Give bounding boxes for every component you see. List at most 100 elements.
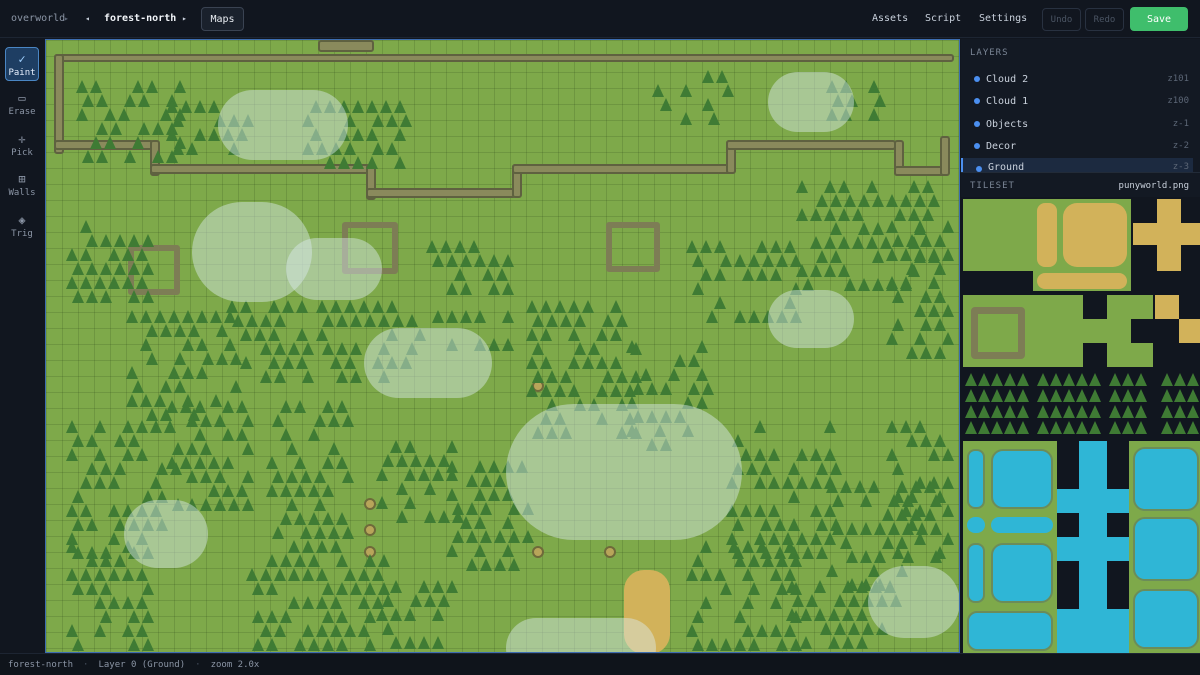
tile-water[interactable] (1133, 589, 1199, 649)
tile-tree[interactable] (978, 405, 990, 418)
tile-water[interactable] (967, 517, 985, 533)
tile-tree[interactable] (965, 421, 977, 434)
tile-tree[interactable] (1004, 405, 1016, 418)
tile-tree[interactable] (1109, 421, 1121, 434)
tile-tree[interactable] (1050, 373, 1062, 386)
tile-water[interactable] (991, 543, 1053, 603)
undo-button[interactable]: Undo (1042, 8, 1081, 31)
tile-tree[interactable] (1063, 389, 1075, 402)
tile-tree[interactable] (1050, 389, 1062, 402)
tile-tree[interactable] (1109, 373, 1121, 386)
tile-tree[interactable] (965, 389, 977, 402)
tile-tree[interactable] (1089, 389, 1101, 402)
tile-tree[interactable] (1174, 389, 1186, 402)
tile-tree[interactable] (978, 373, 990, 386)
tile-tree[interactable] (1037, 373, 1049, 386)
tile-tree[interactable] (991, 405, 1003, 418)
tool-erase[interactable]: ▭ Erase (5, 87, 39, 121)
tile-tree[interactable] (1161, 405, 1173, 418)
tile-tree[interactable] (1135, 421, 1147, 434)
tile-tree[interactable] (1076, 405, 1088, 418)
tool-paint[interactable]: ✓ Paint (5, 47, 39, 81)
layer-row-ground[interactable]: Ground z-3 (961, 158, 1193, 172)
layer-row-cloud-2[interactable]: Cloud 2 z101 (961, 68, 1193, 90)
tile-rock[interactable] (971, 307, 1025, 359)
tile-tree[interactable] (1017, 405, 1029, 418)
tile-tree[interactable] (1089, 405, 1101, 418)
tile-water[interactable] (967, 611, 1053, 651)
tile-tree[interactable] (991, 389, 1003, 402)
tile-tree[interactable] (1122, 373, 1134, 386)
tile-tree[interactable] (1050, 405, 1062, 418)
tile-tree[interactable] (1122, 405, 1134, 418)
tile-tree[interactable] (1161, 389, 1173, 402)
tile-tree[interactable] (1187, 373, 1199, 386)
tile-tree[interactable] (1109, 405, 1121, 418)
layer-row-decor[interactable]: Decor z-2 (961, 135, 1193, 157)
tile-water[interactable] (967, 449, 985, 509)
tile-tree[interactable] (1004, 373, 1016, 386)
tile-tree[interactable] (1004, 389, 1016, 402)
maps-button[interactable]: Maps (201, 7, 244, 31)
tile-grass[interactable] (1035, 295, 1083, 367)
layer-visible-icon[interactable] (974, 143, 980, 149)
tool-walls[interactable]: ⊞ Walls (5, 168, 39, 202)
tile-tree[interactable] (965, 373, 977, 386)
tile-water[interactable] (991, 449, 1053, 509)
tile-tree[interactable] (1187, 421, 1199, 434)
redo-button[interactable]: Redo (1085, 8, 1124, 31)
breadcrumb-root[interactable]: overworld (11, 13, 65, 24)
tile-tree[interactable] (1174, 405, 1186, 418)
tile-tree[interactable] (1037, 389, 1049, 402)
tile-tree[interactable] (1174, 373, 1186, 386)
layer-visible-icon[interactable] (974, 98, 980, 104)
next-map-icon[interactable]: ▸ (182, 14, 187, 23)
assets-link[interactable]: Assets (872, 13, 908, 24)
tile-tree[interactable] (1037, 405, 1049, 418)
tile-tree[interactable] (1004, 421, 1016, 434)
tile-tree[interactable] (1161, 373, 1173, 386)
tile-tree[interactable] (1017, 373, 1029, 386)
tile-tree[interactable] (1174, 421, 1186, 434)
tool-trig[interactable]: ◈ Trig (5, 209, 39, 243)
tile-sand[interactable] (1133, 223, 1200, 245)
tileset-palette[interactable] (961, 197, 1200, 653)
tile-water[interactable] (1133, 517, 1199, 581)
tile-tree[interactable] (1063, 405, 1075, 418)
tile-tree[interactable] (965, 405, 977, 418)
layer-visible-icon[interactable] (974, 76, 980, 82)
tile-water[interactable] (991, 517, 1053, 533)
tile-tree[interactable] (1109, 389, 1121, 402)
tile-tree[interactable] (1076, 421, 1088, 434)
layer-visible-icon[interactable] (974, 121, 980, 127)
tile-sand[interactable] (1179, 319, 1200, 343)
tile-sand[interactable] (1155, 295, 1179, 319)
tile-tree[interactable] (991, 421, 1003, 434)
layer-row-objects[interactable]: Objects z-1 (961, 113, 1193, 135)
tile-tree[interactable] (1089, 421, 1101, 434)
tile-tree[interactable] (1135, 373, 1147, 386)
script-link[interactable]: Script (925, 13, 961, 24)
save-button[interactable]: Save (1130, 7, 1188, 31)
tile-tree[interactable] (1187, 389, 1199, 402)
tile-tree[interactable] (1076, 373, 1088, 386)
tool-pick[interactable]: ✛ Pick (5, 128, 39, 162)
tile-tree[interactable] (1135, 405, 1147, 418)
tile-tree[interactable] (978, 421, 990, 434)
tileset-filename[interactable]: punyworld.png (1119, 181, 1189, 191)
layer-row-cloud-1[interactable]: Cloud 1 z100 (961, 90, 1193, 112)
map-canvas[interactable] (45, 39, 960, 653)
tile-tree[interactable] (1187, 405, 1199, 418)
tile-tree[interactable] (1063, 373, 1075, 386)
tile-water[interactable] (1133, 447, 1199, 511)
tile-tree[interactable] (1037, 421, 1049, 434)
prev-map-icon[interactable]: ◂ (85, 14, 90, 23)
tile-sand[interactable] (1063, 203, 1127, 267)
tile-tree[interactable] (991, 373, 1003, 386)
tile-water[interactable] (967, 543, 985, 603)
tile-tree[interactable] (1076, 389, 1088, 402)
tile-tree[interactable] (1122, 421, 1134, 434)
tile-tree[interactable] (1089, 373, 1101, 386)
tile-sand[interactable] (1037, 203, 1057, 267)
tile-tree[interactable] (1017, 389, 1029, 402)
